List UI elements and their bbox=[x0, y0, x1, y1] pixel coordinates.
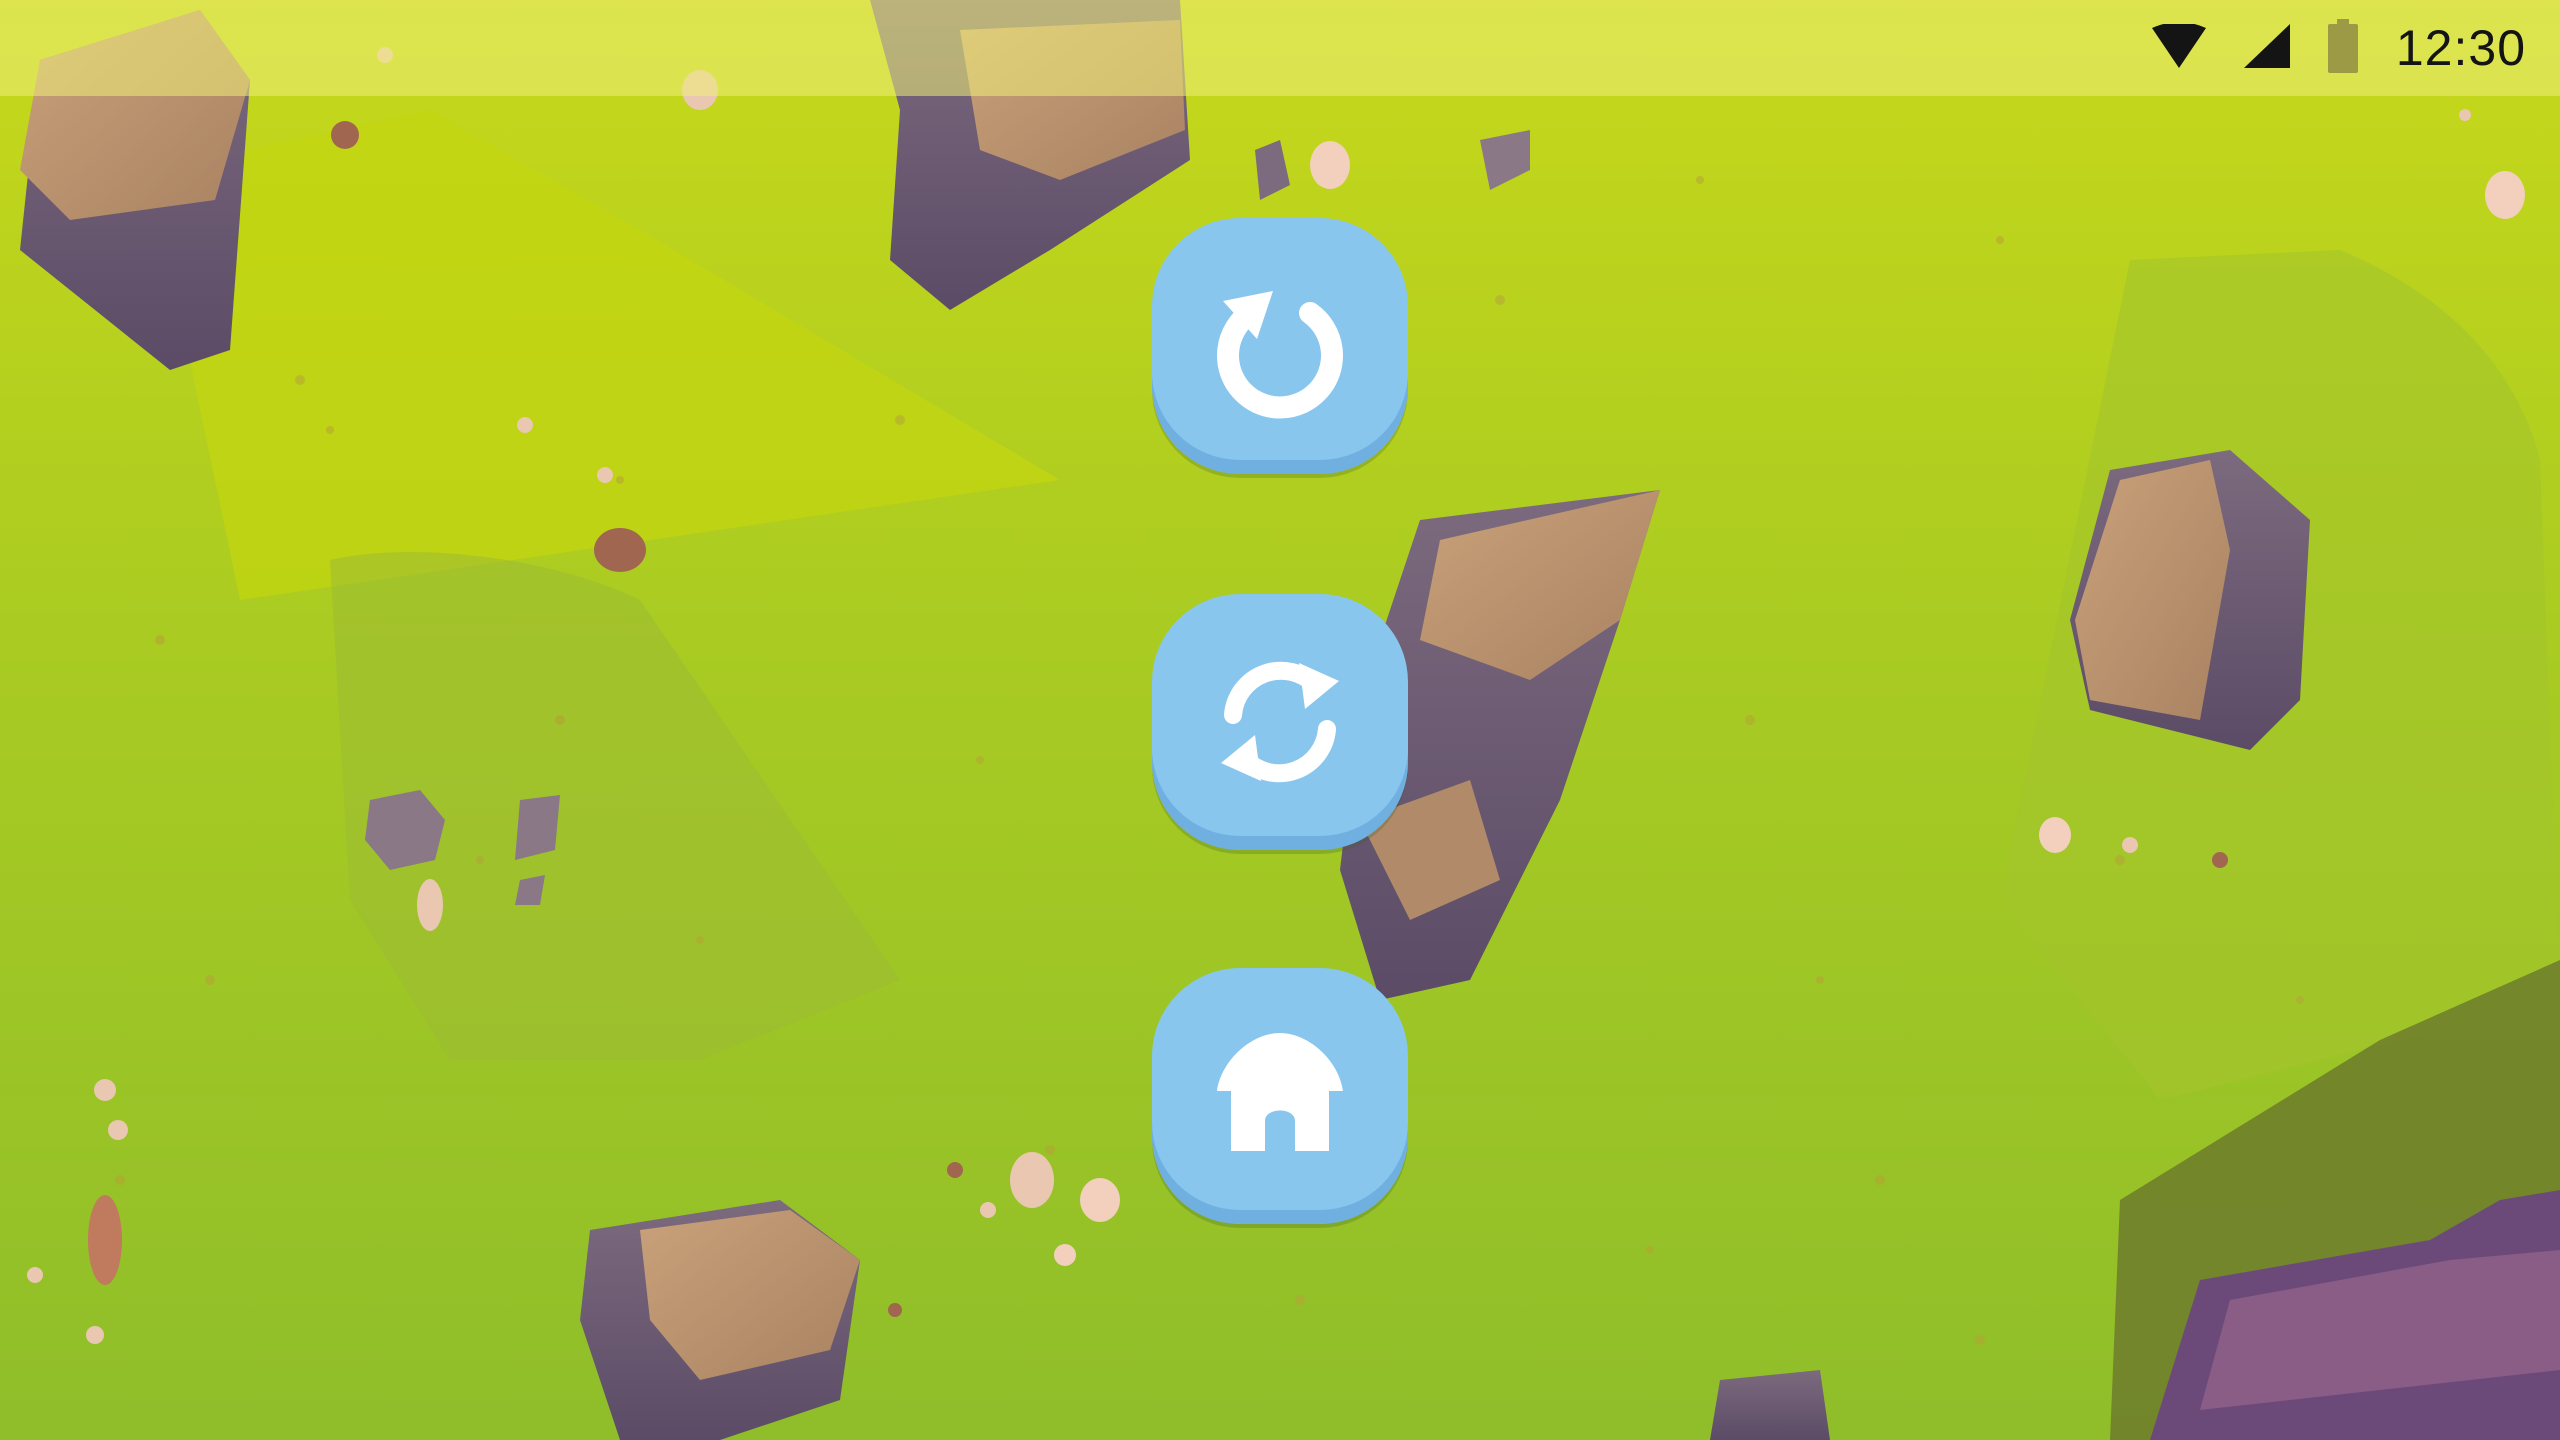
wifi-icon bbox=[2151, 21, 2206, 73]
status-icons: 12:30 bbox=[2151, 0, 2526, 96]
rock-right bbox=[2070, 450, 2310, 750]
restart-button[interactable] bbox=[1152, 594, 1408, 850]
home-button[interactable] bbox=[1152, 968, 1408, 1224]
status-time: 12:30 bbox=[2395, 20, 2526, 76]
battery-icon bbox=[2327, 18, 2358, 78]
rock-bottom-center bbox=[1710, 1370, 1830, 1440]
resume-button[interactable] bbox=[1152, 218, 1408, 474]
resume-icon bbox=[1217, 291, 1343, 419]
home-icon bbox=[1217, 1033, 1343, 1151]
rock-bottom-left bbox=[580, 1200, 860, 1440]
status-bar: 12:30 bbox=[0, 0, 2560, 96]
cellular-signal-icon bbox=[2243, 23, 2290, 73]
restart-icon bbox=[1221, 661, 1339, 783]
